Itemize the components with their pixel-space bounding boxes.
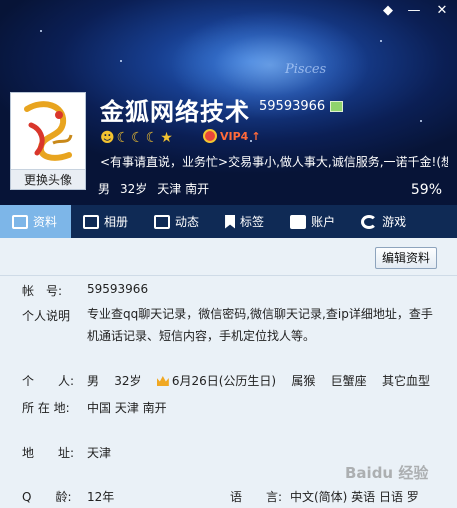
tab-tags[interactable]: 标签	[213, 205, 278, 238]
vip-label: VIP4	[220, 129, 249, 143]
minimize-icon[interactable]: —	[401, 0, 427, 22]
tab-feed[interactable]: 动态	[142, 205, 213, 238]
star-level-icon: ★	[160, 130, 173, 146]
personal-blood: 其它血型	[381, 374, 430, 388]
bio-value: 专业查qq聊天记录，微信密码,微信聊天记录,查ip详细地址，查手机通话记录、短信…	[87, 307, 433, 343]
language-value: 中文(简体) 英语 日语 罗	[290, 490, 419, 504]
qq-number: 59593966	[259, 99, 326, 114]
signature[interactable]: <有事请直说，业务忙>交易事小,做人事大,诚信服务,一诺千金!(想...	[100, 153, 448, 170]
personal-label: 个 人:	[22, 374, 75, 388]
account-label: 帐 号:	[22, 284, 63, 298]
tab-label: 游戏	[382, 215, 407, 229]
location-label: 所 在 地:	[22, 401, 70, 415]
personal-sign: 巨蟹座	[330, 374, 367, 388]
profile-header: Pisces ◆ — ✕ 更换头像 金狐网络技术 59593966 ☻ ☾ ☾ …	[0, 0, 457, 205]
basic-info: 男 32岁 天津 南开	[98, 180, 209, 197]
age: 32岁	[120, 182, 148, 196]
nickname: 金狐网络技术	[100, 98, 250, 126]
avatar-panel: 更换头像	[10, 92, 86, 190]
birthday-crown-icon	[156, 376, 169, 386]
moon-level-icon: ☾	[145, 130, 159, 146]
feed-icon	[154, 214, 171, 229]
account-value: 59593966	[87, 282, 149, 296]
window-controls: ◆ — ✕	[375, 0, 457, 22]
bio-label: 个人说明	[22, 309, 71, 323]
photo-album-icon	[83, 214, 100, 229]
moon-level-icon: ☾	[131, 130, 144, 146]
edit-profile-button[interactable]: 编辑资料	[374, 247, 437, 269]
change-avatar-button[interactable]: 更换头像	[11, 169, 85, 189]
language-label: 语 言:	[230, 490, 283, 504]
star-decoration	[420, 120, 422, 122]
vip-badge[interactable]: VIP4 ↑	[203, 129, 261, 143]
tab-label: 资料	[33, 215, 58, 229]
personal-age: 32岁	[114, 374, 142, 388]
tab-label: 标签	[240, 215, 265, 229]
qage-value: 12年	[87, 490, 115, 504]
personal-zodiac: 属猴	[291, 374, 316, 388]
tab-album[interactable]: 相册	[71, 205, 142, 238]
qage-label: Q 龄:	[22, 490, 72, 504]
level-badges[interactable]: ☻ ☾ ☾ ☾ ★	[100, 130, 173, 146]
address-label: 地 址:	[22, 446, 75, 460]
personal-values: 男 32岁 6月26日(公历生日) 属猴 巨蟹座 其它血型	[87, 372, 430, 389]
star-decoration	[40, 30, 42, 32]
location-value: 中国 天津 南开	[87, 401, 167, 415]
profile-card-icon	[12, 214, 28, 229]
tab-bar: 资料 相册 动态 标签 账户 游戏	[0, 205, 457, 238]
qq-card-icon[interactable]	[330, 101, 343, 112]
tab-account[interactable]: 账户	[278, 205, 349, 238]
divider	[0, 275, 457, 276]
bookmark-tag-icon	[225, 214, 236, 229]
address-value: 天津	[87, 446, 112, 460]
baidu-watermark: Baidu 经验	[345, 464, 429, 482]
tab-label: 动态	[175, 215, 200, 229]
vip-up-arrow-icon: ↑	[251, 129, 261, 143]
tab-label: 账户	[311, 215, 336, 229]
tab-profile[interactable]: 资料	[0, 205, 72, 238]
personal-gender: 男	[87, 374, 100, 388]
location: 天津 南开	[157, 182, 210, 196]
star-decoration	[120, 60, 122, 62]
sun-level-icon: ☻	[100, 130, 115, 146]
tab-label: 相册	[104, 215, 129, 229]
gender: 男	[98, 182, 111, 196]
game-icon	[361, 214, 378, 229]
moon-level-icon: ☾	[116, 130, 130, 146]
wallet-icon	[290, 214, 307, 229]
close-icon[interactable]: ✕	[427, 0, 457, 22]
profile-completion: 59%	[410, 182, 442, 198]
avatar[interactable]	[13, 95, 83, 167]
personal-birthday: 6月26日(公历生日)	[171, 374, 277, 388]
tab-games[interactable]: 游戏	[349, 205, 420, 238]
star-decoration	[380, 40, 382, 42]
skin-icon[interactable]: ◆	[375, 0, 401, 22]
pisces-decoration: Pisces	[285, 62, 327, 77]
vip-crown-icon	[203, 129, 217, 143]
